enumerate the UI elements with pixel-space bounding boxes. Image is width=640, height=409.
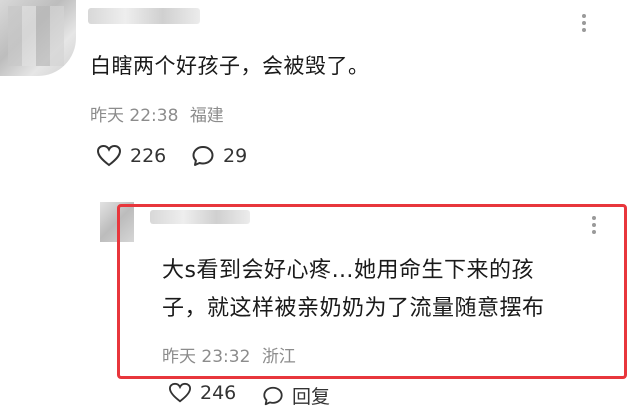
reply-meta: 昨天 23:32 浙江 <box>162 342 296 367</box>
reply-label: 回复 <box>292 386 331 408</box>
reply-more-options-icon[interactable] <box>592 216 596 234</box>
reply-button[interactable]: 回复 <box>262 382 330 409</box>
reply-like-button[interactable]: 246 <box>168 382 236 404</box>
reply-username-blurred[interactable] <box>150 210 250 224</box>
comment-time: 昨天 22:38 <box>90 106 179 126</box>
like-count: 226 <box>130 145 167 167</box>
heart-icon <box>168 382 192 403</box>
avatar-mosaic <box>8 6 64 66</box>
reply-count-button[interactable]: 29 <box>191 144 247 168</box>
reply-like-count: 246 <box>200 382 237 404</box>
reply-time: 昨天 23:32 <box>162 347 251 367</box>
reply-text-line-2: 子，就这样被亲奶奶为了流量随意摆布 <box>162 296 545 321</box>
heart-icon <box>96 144 122 167</box>
reply-text-line-1: 大s看到会好心疼…她用命生下来的孩 <box>162 258 534 283</box>
comment-meta: 昨天 22:38 福建 <box>90 101 224 126</box>
reply-location: 浙江 <box>261 347 296 367</box>
avatar[interactable] <box>0 0 76 76</box>
reply-count: 29 <box>223 145 248 167</box>
comment-bubble-icon <box>263 386 283 405</box>
comment-location: 福建 <box>189 106 224 126</box>
more-options-icon[interactable] <box>582 14 586 32</box>
like-button[interactable]: 226 <box>96 144 166 168</box>
reply-actions: 246 回复 <box>0 380 640 408</box>
comment-bubble-icon <box>192 146 214 166</box>
username-blurred[interactable] <box>88 8 200 24</box>
comment-text: 白瞎两个好孩子，会被毁了。 <box>90 54 370 78</box>
